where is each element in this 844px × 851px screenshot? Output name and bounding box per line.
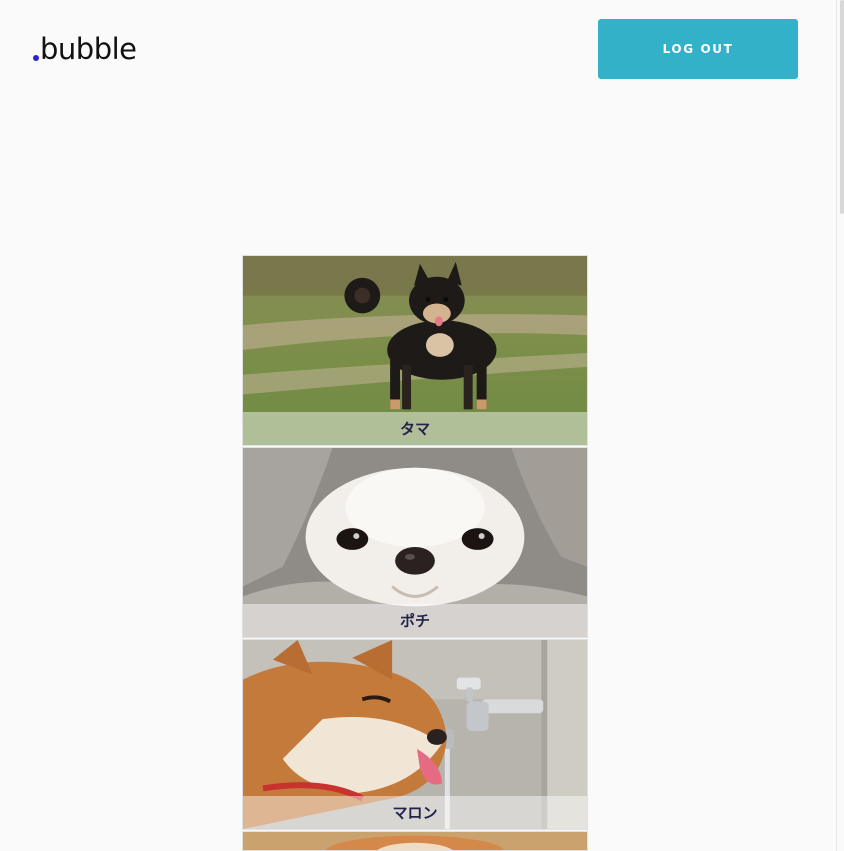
logo-text: bubble (40, 32, 137, 66)
logout-button[interactable]: LOG OUT (598, 19, 798, 79)
page: bubble LOG OUT タマ ポチ マロン (0, 0, 844, 851)
pet-list: タマ ポチ マロン (242, 255, 588, 851)
pet-name: ポチ (243, 604, 587, 637)
bubble-logo[interactable]: bubble (33, 28, 137, 68)
scrollbar-thumb[interactable] (840, 0, 844, 214)
pet-name: タマ (243, 412, 587, 445)
pet-card-partial[interactable] (242, 831, 588, 851)
pet-card[interactable]: タマ (242, 255, 588, 446)
logo-dot-icon (33, 55, 39, 61)
pet-card[interactable]: ポチ (242, 447, 588, 638)
pet-photo (243, 832, 587, 850)
pet-name: マロン (243, 796, 587, 829)
pet-card[interactable]: マロン (242, 639, 588, 830)
